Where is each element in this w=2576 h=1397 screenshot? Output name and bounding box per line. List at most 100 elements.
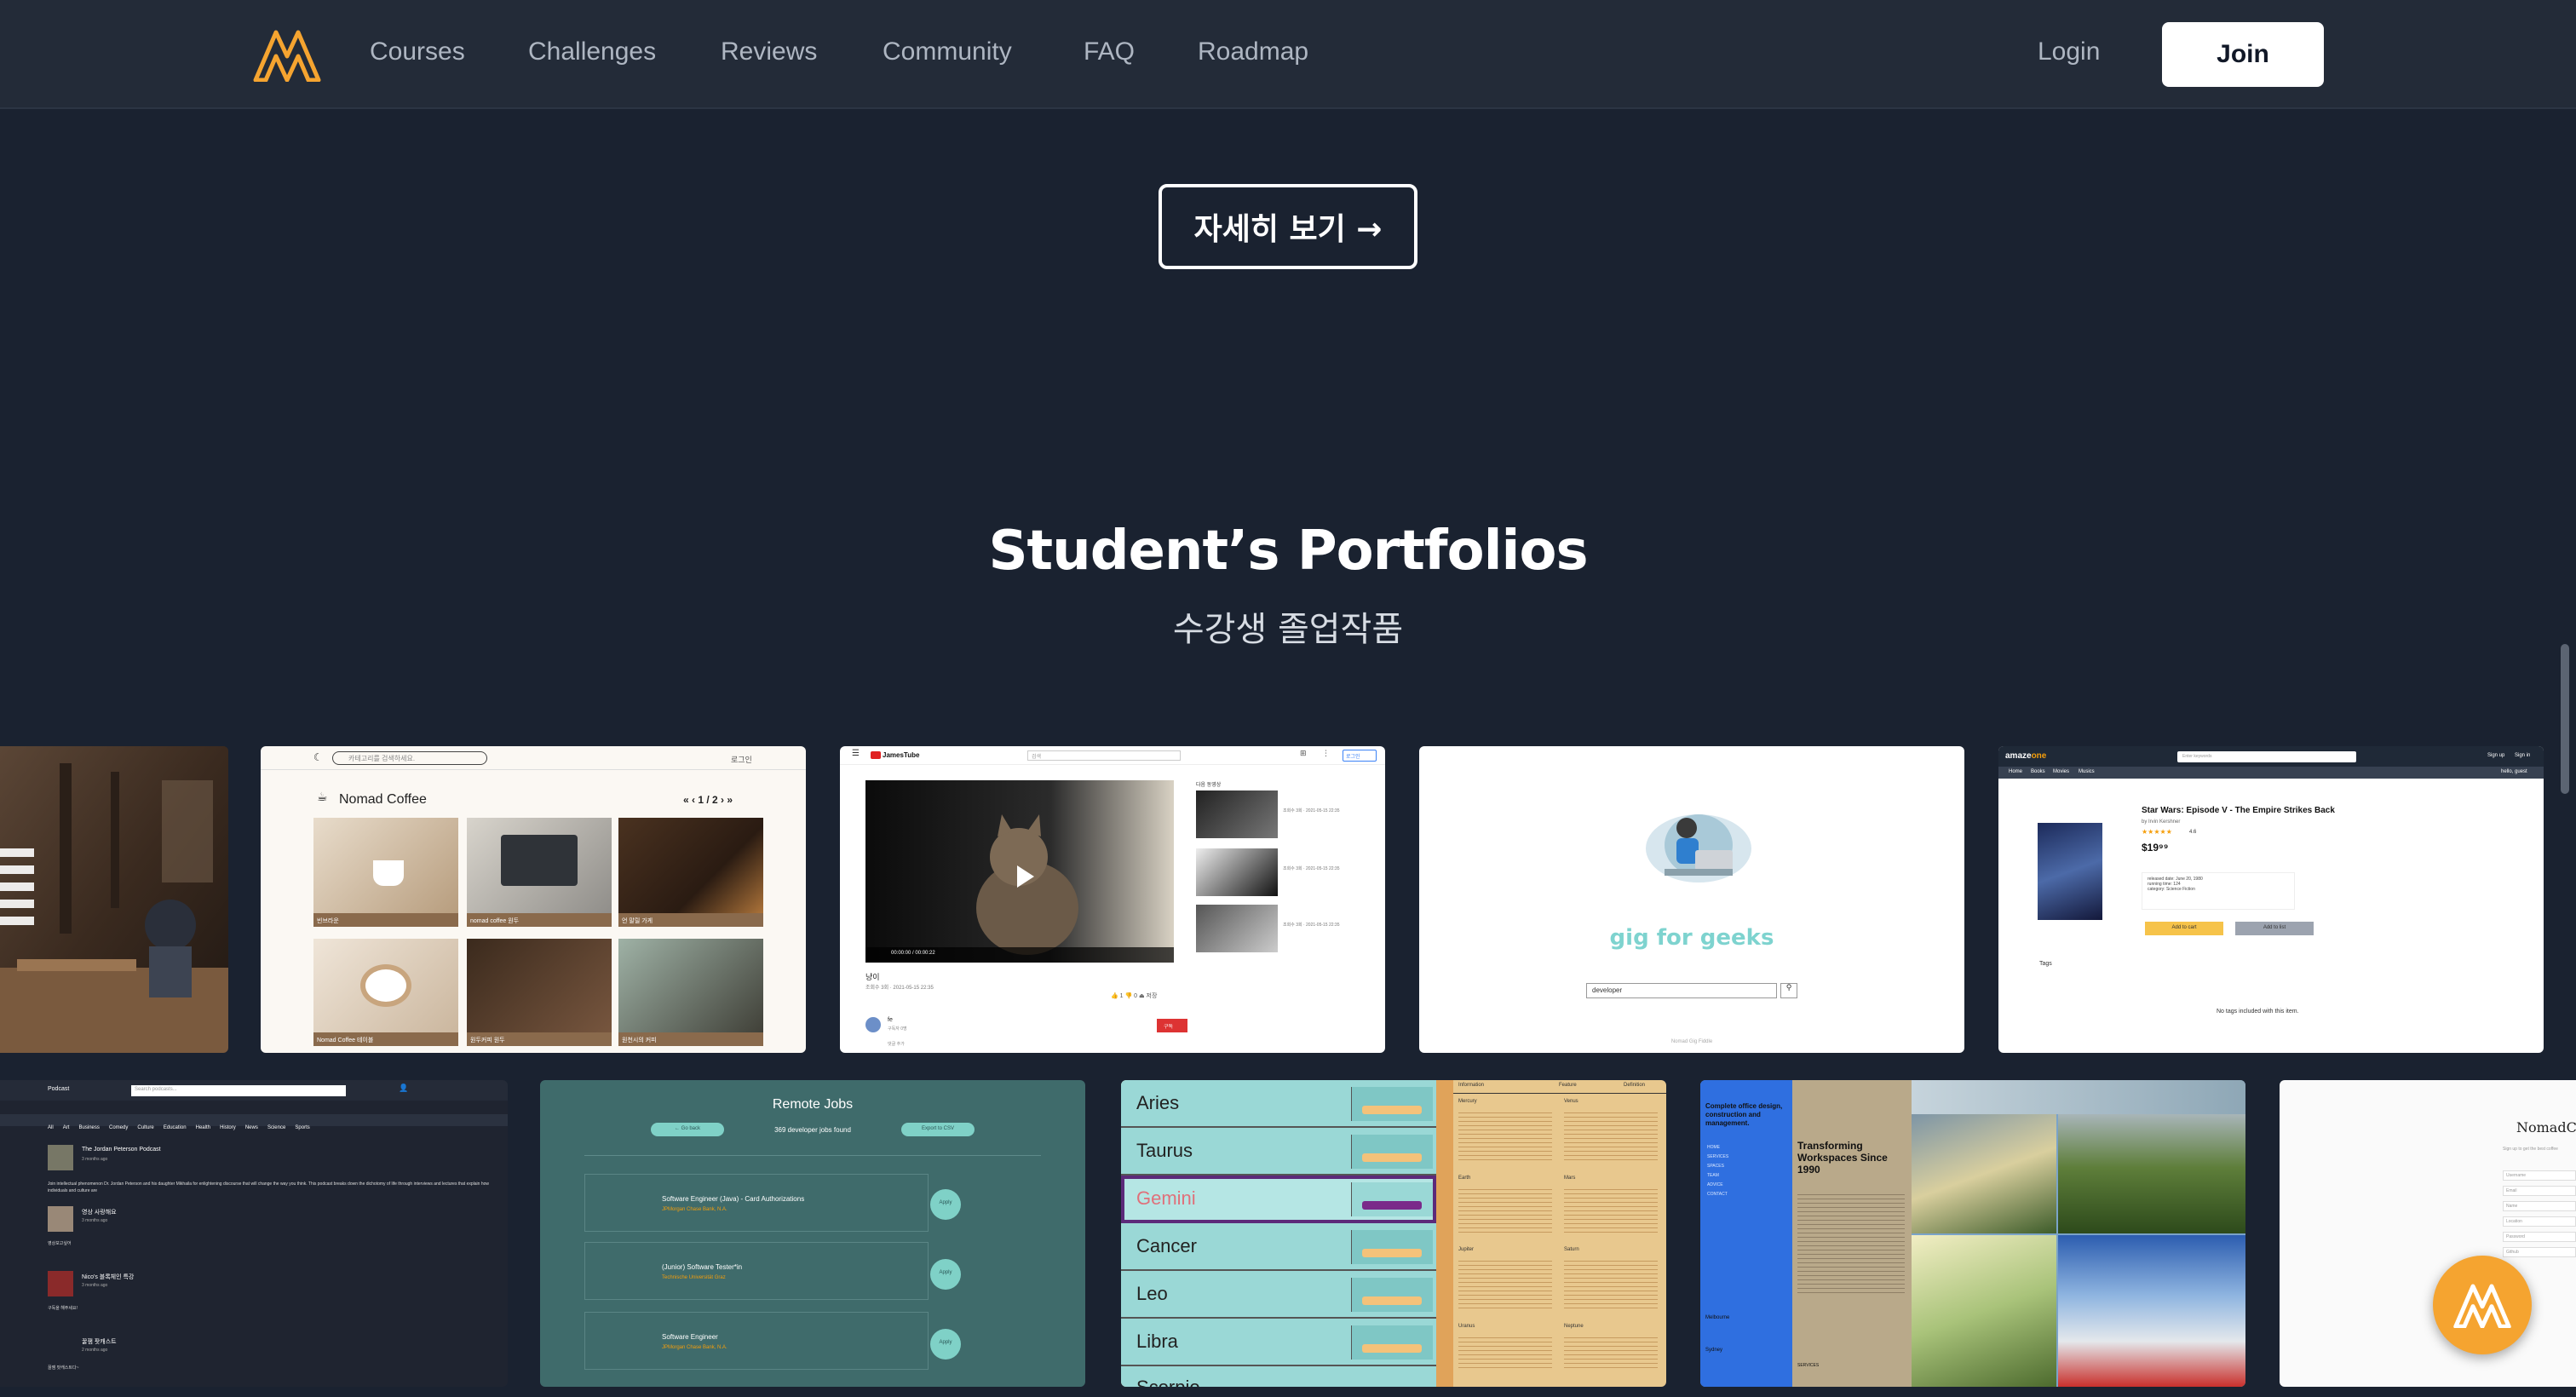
add-to-cart-button[interactable]: Add to cart [2145, 922, 2223, 935]
office-menu-item[interactable]: CONTACT [1707, 1190, 1728, 1199]
amazeone-search-input[interactable]: Enter keywords [2177, 751, 2356, 762]
view-more-button[interactable]: 자세히 보기 → [1159, 184, 1417, 269]
page-scrollbar[interactable] [2561, 644, 2569, 794]
portfolio-card-nomad-coffee-login[interactable]: NomadCoffee Sign up to get the best coff… [2280, 1080, 2576, 1387]
logo-icon[interactable] [252, 27, 322, 83]
category-tab[interactable]: Business [79, 1125, 100, 1130]
portfolio-card-podcast[interactable]: Podcast Search podcasts... 👤 All Art Bus… [0, 1080, 508, 1387]
portfolio-card-zodiac[interactable]: Aries Taurus Gemini Cancer Leo Libra Sco… [1121, 1080, 1666, 1387]
category-tab[interactable]: Comedy [109, 1125, 128, 1130]
category-tab[interactable]: History [220, 1125, 236, 1130]
nav-link-challenges[interactable]: Challenges [528, 37, 656, 66]
floating-logo-button[interactable] [2433, 1256, 2532, 1354]
menu-icon[interactable]: ☰ [852, 749, 860, 758]
zodiac-row-selected[interactable]: Gemini [1121, 1176, 1436, 1223]
coffee-photo[interactable]: 빈브라운 [313, 818, 458, 927]
more-icon[interactable]: ⋮ [1322, 750, 1330, 758]
portfolio-card-gig-for-geeks[interactable]: gig for geeks developer ⚲ Nomad Gig Fidd… [1419, 746, 1964, 1053]
zodiac-row[interactable]: Scorpio [1121, 1366, 1436, 1387]
subscribe-button[interactable]: 구독 [1157, 1019, 1187, 1032]
nav-musics[interactable]: Musics [2079, 769, 2095, 774]
grid-icon[interactable]: ⊞ [1300, 750, 1307, 758]
category-tab[interactable]: Sports [295, 1125, 309, 1130]
zodiac-definition-tab[interactable]: Definition [1624, 1083, 1645, 1088]
category-tab[interactable]: Culture [137, 1125, 153, 1130]
category-tab[interactable]: News [245, 1125, 258, 1130]
office-photo[interactable] [1912, 1080, 2245, 1114]
signin-link[interactable]: Sign in [2515, 753, 2530, 758]
nomad-coffee-search-input[interactable]: 카테고리를 검색하세요. [332, 751, 487, 765]
podcast-search-input[interactable]: Search podcasts... [131, 1085, 346, 1096]
category-tab[interactable]: Art [63, 1125, 70, 1130]
gig-search-input[interactable]: developer [1586, 983, 1777, 998]
sidebar-thumbnail[interactable] [1196, 905, 1278, 952]
podcast-brand[interactable]: Podcast [48, 1086, 69, 1092]
search-icon[interactable]: ⚲ [1780, 983, 1797, 998]
signup-field[interactable]: Email [2503, 1186, 2576, 1196]
sidebar-thumbnail[interactable] [1196, 848, 1278, 896]
office-menu-item[interactable]: SPACES [1707, 1162, 1728, 1171]
zodiac-row[interactable]: Cancer [1121, 1223, 1436, 1271]
coffee-photo[interactable]: 원천시의 커피 [618, 939, 763, 1046]
nav-link-community[interactable]: Community [883, 37, 1012, 66]
nav-movies[interactable]: Movies [2053, 769, 2069, 774]
jamestube-search-input[interactable]: 검색 [1027, 750, 1181, 761]
office-menu-item[interactable]: SERVICES [1707, 1153, 1728, 1162]
coffee-photo[interactable]: 언 말릴 가게 [618, 818, 763, 927]
channel-avatar[interactable] [865, 1017, 881, 1032]
nav-link-courses[interactable]: Courses [370, 37, 465, 66]
signup-field[interactable]: Username [2503, 1170, 2576, 1181]
coffee-photo[interactable]: Nomad Coffee 테이블 [313, 939, 458, 1046]
job-item[interactable]: (Junior) Software Tester*in Technische U… [584, 1242, 929, 1300]
add-to-list-button[interactable]: Add to list [2235, 922, 2314, 935]
category-tab[interactable]: Health [196, 1125, 210, 1130]
nomad-coffee-login[interactable]: 로그인 [731, 754, 752, 765]
sidebar-thumbnail[interactable] [1196, 790, 1278, 838]
office-photo[interactable] [1912, 1114, 2056, 1233]
signup-field[interactable]: Github [2503, 1247, 2576, 1257]
movie-poster[interactable] [2038, 823, 2102, 920]
office-menu-item[interactable]: HOME [1707, 1143, 1728, 1153]
join-button[interactable]: Join [2162, 22, 2324, 87]
job-item[interactable]: Software Engineer (Java) - Card Authoriz… [584, 1174, 929, 1232]
category-tab[interactable]: All [48, 1125, 54, 1130]
nav-link-faq[interactable]: FAQ [1084, 37, 1135, 66]
portfolio-card-office[interactable]: Complete office design, construction and… [1700, 1080, 2245, 1387]
coffee-photo[interactable]: 원두커피 원두 [467, 939, 612, 1046]
video-actions[interactable]: 👍 1 👎 0 ⏏ 저장 [1111, 992, 1157, 1000]
product-title[interactable]: Star Wars: Episode V - The Empire Strike… [2142, 806, 2335, 815]
portfolio-card-nomad-coffee[interactable]: ☾ 카테고리를 검색하세요. 로그인 ☕ Nomad Coffee « ‹ 1 … [261, 746, 806, 1053]
export-csv-button[interactable]: Export to CSV [901, 1123, 975, 1136]
zodiac-row[interactable]: Taurus [1121, 1128, 1436, 1176]
moon-icon[interactable]: ☾ [313, 751, 323, 763]
signup-field[interactable]: Name [2503, 1201, 2576, 1211]
zodiac-row[interactable]: Aries [1121, 1080, 1436, 1128]
apply-button[interactable]: Apply [930, 1259, 961, 1290]
jamestube-login-button[interactable]: 로그인 [1343, 750, 1377, 762]
portfolio-card-amazeone[interactable]: amazeone Enter keywords Sign up Sign in … [1998, 746, 2544, 1053]
job-item[interactable]: Software Engineer JPMorgan Chase Bank, N… [584, 1312, 929, 1370]
zodiac-row[interactable]: Libra [1121, 1319, 1436, 1366]
office-photo[interactable] [1912, 1235, 2056, 1387]
zodiac-info-tab[interactable]: Information [1458, 1083, 1484, 1088]
apply-button[interactable]: Apply [930, 1329, 961, 1360]
portfolio-card-jamestube[interactable]: ☰ JamesTube 검색 ⊞ ⋮ 로그인 00:00:00 / 00:00:… [840, 746, 1385, 1053]
user-icon[interactable]: 👤 [399, 1084, 408, 1093]
category-tab[interactable]: Science [267, 1125, 285, 1130]
signup-link[interactable]: Sign up [2487, 753, 2504, 758]
office-menu-item[interactable]: ADVICE [1707, 1181, 1728, 1190]
zodiac-row[interactable]: Leo [1121, 1271, 1436, 1319]
office-photo[interactable] [2058, 1235, 2245, 1387]
nav-link-roadmap[interactable]: Roadmap [1198, 37, 1308, 66]
office-menu-item[interactable]: TEAM [1707, 1171, 1728, 1181]
nav-home[interactable]: Home [2009, 769, 2022, 774]
amazeone-logo[interactable]: amazeone [2005, 751, 2046, 761]
category-tab[interactable]: Education [164, 1125, 187, 1130]
login-link[interactable]: Login [2038, 37, 2100, 66]
nav-link-reviews[interactable]: Reviews [721, 37, 817, 66]
video-player[interactable]: 00:00:00 / 00:00:22 [865, 780, 1174, 963]
coffee-photo[interactable]: nomad coffee 원두 [467, 818, 612, 927]
signup-field[interactable]: Password [2503, 1232, 2576, 1242]
signup-field[interactable]: Location [2503, 1216, 2576, 1227]
nav-books[interactable]: Books [2031, 769, 2045, 774]
